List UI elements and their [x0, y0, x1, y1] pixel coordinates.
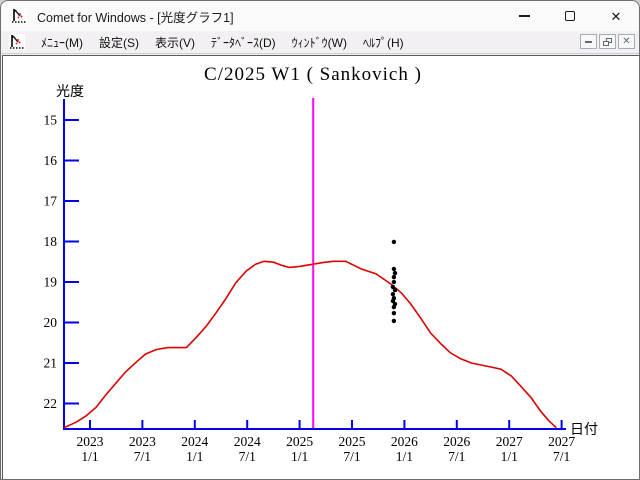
chart-title: C/2025 W1 ( Sankovich ) [204, 64, 422, 85]
x-tick-day: 1/1 [81, 449, 98, 464]
mdi-child-controls: ✕ [580, 34, 635, 49]
x-tick-year: 2027 [548, 434, 575, 449]
app-icon [11, 8, 27, 24]
window-title: Comet for Windows - [光度グラフ1] [37, 10, 234, 25]
x-tick-day: 1/1 [396, 449, 413, 464]
y-axis-title: 光度 [56, 84, 84, 100]
y-tick-label: 15 [44, 113, 58, 128]
x-tick-day: 7/1 [448, 449, 465, 464]
y-tick-label: 22 [44, 396, 58, 411]
y-tick-label: 18 [44, 234, 58, 249]
light-curve-chart-area: C/2025 W1 ( Sankovich ) 光度 日付 15 16 17 18 19… [2, 55, 639, 479]
app-window: Comet for Windows - [光度グラフ1] ✕ ﾒﾆｭｰ(M) 設… [0, 0, 640, 480]
observation-point [392, 287, 398, 293]
minimize-button[interactable] [501, 1, 547, 31]
x-tick-year: 2025 [339, 434, 366, 449]
mdi-minimize-icon [585, 40, 592, 43]
mdi-minimize-button[interactable] [580, 34, 597, 49]
mdi-restore-button[interactable] [599, 34, 616, 49]
observation-point [391, 318, 397, 324]
observation-point [390, 292, 396, 297]
axes: 151617181920212220231/120237/120241/1202… [44, 99, 575, 464]
menu-item-menu[interactable]: ﾒﾆｭｰ(M) [33, 31, 91, 54]
x-tick-day: 1/1 [186, 449, 203, 464]
observation-points [390, 239, 398, 324]
close-button[interactable]: ✕ [593, 1, 639, 31]
mdi-close-button[interactable]: ✕ [618, 34, 635, 49]
observation-point [391, 304, 397, 310]
predicted-light-curve [63, 260, 557, 429]
observation-point [391, 311, 397, 316]
y-tick-label: 16 [44, 153, 58, 168]
menu-item-database[interactable]: ﾃﾞｰﾀﾍﾞｰｽ(D) [203, 31, 284, 54]
mdi-restore-icon [603, 37, 612, 46]
x-tick-year: 2025 [286, 434, 313, 449]
observation-point [391, 279, 397, 285]
y-tick-label: 17 [44, 194, 58, 209]
x-tick-year: 2027 [496, 434, 523, 449]
menu-item-settings[interactable]: 設定(S) [91, 31, 147, 54]
y-tick-label: 21 [44, 356, 58, 371]
x-tick-day: 7/1 [239, 449, 256, 464]
menu-items: ﾒﾆｭｰ(M) 設定(S) 表示(V) ﾃﾞｰﾀﾍﾞｰｽ(D) ｳｨﾝﾄﾞｳ(W… [33, 31, 412, 54]
light-curve-chart: C/2025 W1 ( Sankovich ) 光度 日付 1516171819… [44, 64, 599, 464]
observation-point [391, 239, 397, 245]
mdi-close-icon: ✕ [622, 35, 631, 47]
maximize-button[interactable] [547, 1, 593, 31]
menu-bar: ﾒﾆｭｰ(M) 設定(S) 表示(V) ﾃﾞｰﾀﾍﾞｰｽ(D) ｳｨﾝﾄﾞｳ(W… [1, 31, 639, 54]
x-tick-day: 7/1 [134, 449, 151, 464]
x-tick-day: 1/1 [501, 449, 518, 464]
close-icon: ✕ [610, 8, 622, 24]
mdi-system-menu-icon[interactable] [9, 34, 25, 50]
caption-controls: ✕ [501, 1, 639, 31]
x-tick-year: 2024 [181, 434, 208, 449]
x-tick-day: 7/1 [343, 449, 360, 464]
maximize-icon [565, 11, 575, 21]
menu-item-help[interactable]: ﾍﾙﾌﾟ(H) [355, 31, 412, 54]
minimize-icon [518, 15, 530, 17]
y-tick-label: 19 [44, 275, 58, 290]
y-tick-label: 20 [44, 315, 58, 330]
title-bar: Comet for Windows - [光度グラフ1] ✕ [1, 1, 639, 31]
prediction-curve-line [63, 260, 557, 429]
x-tick-year: 2026 [391, 434, 418, 449]
x-tick-year: 2024 [234, 434, 261, 449]
observation-point [391, 274, 397, 280]
x-tick-day: 7/1 [553, 449, 570, 464]
x-tick-year: 2023 [129, 434, 156, 449]
x-tick-year: 2026 [443, 434, 470, 449]
observation-point [391, 266, 397, 272]
menu-item-window[interactable]: ｳｨﾝﾄﾞｳ(W) [284, 31, 355, 54]
x-tick-day: 1/1 [291, 449, 308, 464]
x-tick-year: 2023 [77, 434, 104, 449]
observation-point [392, 270, 398, 276]
menu-item-view[interactable]: 表示(V) [147, 31, 203, 54]
